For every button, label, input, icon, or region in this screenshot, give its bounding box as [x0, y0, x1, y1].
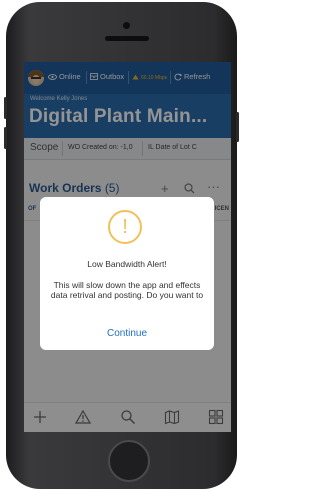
- volume-button: [4, 127, 7, 149]
- power-button: [236, 112, 239, 142]
- phone-frame: Online Outbox 60.10 Mbps Refresh Welcome…: [4, 2, 239, 489]
- exclamation-icon: !: [108, 210, 142, 244]
- dialog-message: This will slow down the app and effects …: [50, 280, 204, 300]
- speaker: [105, 36, 149, 41]
- bandwidth-alert-dialog: ! Low Bandwidth Alert! This will slow do…: [40, 197, 214, 350]
- continue-button[interactable]: Continue: [40, 328, 214, 339]
- volume-button: [4, 97, 7, 119]
- home-button[interactable]: [108, 440, 150, 482]
- app-screen: Online Outbox 60.10 Mbps Refresh Welcome…: [24, 62, 231, 432]
- dialog-title: Low Bandwidth Alert!: [87, 259, 167, 269]
- camera: [123, 22, 130, 29]
